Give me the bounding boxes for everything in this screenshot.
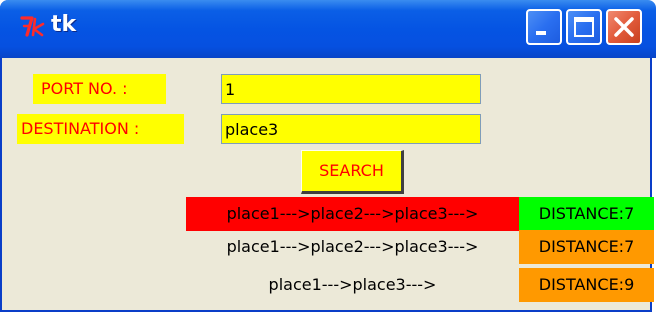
app-window: tk PORT NO. : DESTINATION : SEARCH place… <box>0 0 656 312</box>
port-label: PORT NO. : <box>33 74 166 104</box>
client-area: PORT NO. : DESTINATION : SEARCH place1--… <box>2 58 654 310</box>
result-distance-2: DISTANCE:7 <box>519 230 654 264</box>
tk-logo-icon <box>20 16 45 37</box>
minimize-button[interactable] <box>526 9 562 45</box>
maximize-icon <box>574 17 594 37</box>
result-route-2: place1--->place2--->place3---> <box>226 237 479 256</box>
close-button[interactable] <box>606 9 642 45</box>
title-bar[interactable]: tk <box>0 0 656 58</box>
destination-label: DESTINATION : <box>17 114 184 144</box>
maximize-button[interactable] <box>566 9 602 45</box>
minimize-icon <box>536 31 546 35</box>
result-route-1: place1--->place2--->place3---> <box>186 197 519 231</box>
result-route-3: place1--->place3---> <box>268 275 437 294</box>
port-input[interactable] <box>221 74 481 104</box>
result-distance-3: DISTANCE:9 <box>519 268 654 302</box>
result-distance-1: DISTANCE:7 <box>519 197 654 231</box>
search-button[interactable]: SEARCH <box>301 150 404 194</box>
close-icon <box>614 17 634 37</box>
window-title: tk <box>51 12 77 37</box>
destination-input[interactable] <box>221 114 481 144</box>
